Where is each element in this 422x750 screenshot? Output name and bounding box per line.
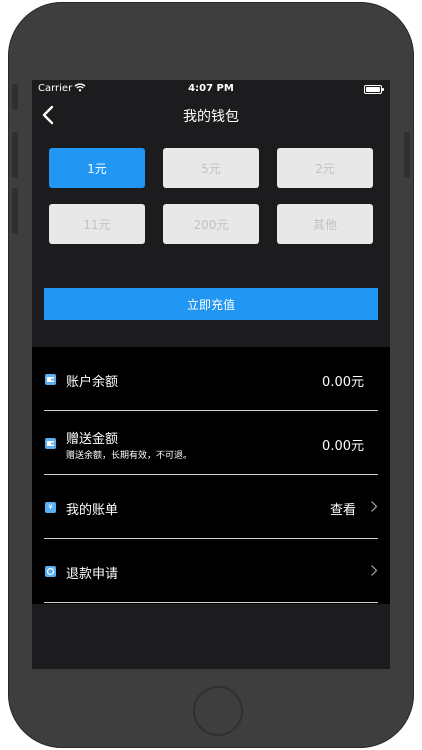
volume-down-button xyxy=(12,188,18,234)
list-item-bills[interactable]: ¥ 我的账单 查看 xyxy=(32,475,390,539)
amount-option-5[interactable]: 5元 xyxy=(163,148,259,188)
status-time: 4:07 PM xyxy=(188,83,234,94)
bonus-label: 赠送金额 xyxy=(66,432,119,447)
amount-option-200[interactable]: 200元 xyxy=(163,204,259,244)
amount-option-11[interactable]: 11元 xyxy=(49,204,145,244)
home-button[interactable] xyxy=(193,686,243,736)
mute-switch xyxy=(12,84,18,110)
balance-label: 账户余额 xyxy=(66,375,119,390)
battery-icon xyxy=(364,85,384,94)
balance-value: 0.00元 xyxy=(322,375,364,390)
bonus-description: 赠送余额，长期有效，不可退。 xyxy=(66,451,193,461)
refresh-icon xyxy=(45,566,56,577)
amount-option-2[interactable]: 2元 xyxy=(277,148,373,188)
chevron-right-icon xyxy=(371,501,378,512)
recharge-button[interactable]: 立即充值 xyxy=(44,288,378,320)
wallet-icon xyxy=(45,374,56,385)
amount-option-1[interactable]: 1元 xyxy=(49,148,145,188)
list-item-balance[interactable]: 账户余额 0.00元 xyxy=(32,347,390,411)
refund-label: 退款申请 xyxy=(66,567,119,582)
wallet-list: 账户余额 0.00元 赠送金额 赠送余额，长期有效，不可退。 0.00元 ¥ 我… xyxy=(32,347,390,604)
divider xyxy=(44,602,378,603)
list-item-bonus[interactable]: 赠送金额 赠送余额，长期有效，不可退。 0.00元 xyxy=(32,411,390,475)
list-item-refund[interactable]: 退款申请 xyxy=(32,539,390,603)
yen-icon: ¥ xyxy=(45,502,56,513)
page-title: 我的钱包 xyxy=(183,109,239,125)
status-bar: Carrier 4:07 PM xyxy=(32,80,390,98)
screen: Carrier 4:07 PM 我的钱包 1元 5元 2元 11元 200元 其… xyxy=(32,80,390,669)
chevron-right-icon xyxy=(371,565,378,576)
power-button xyxy=(404,132,410,178)
wallet-icon xyxy=(45,438,56,449)
navigation-bar: 我的钱包 xyxy=(32,98,390,132)
bills-view-link[interactable]: 查看 xyxy=(330,499,356,518)
bonus-value: 0.00元 xyxy=(322,439,364,454)
volume-up-button xyxy=(12,132,18,178)
bills-label: 我的账单 xyxy=(66,503,119,518)
amount-option-other[interactable]: 其他 xyxy=(277,204,373,244)
